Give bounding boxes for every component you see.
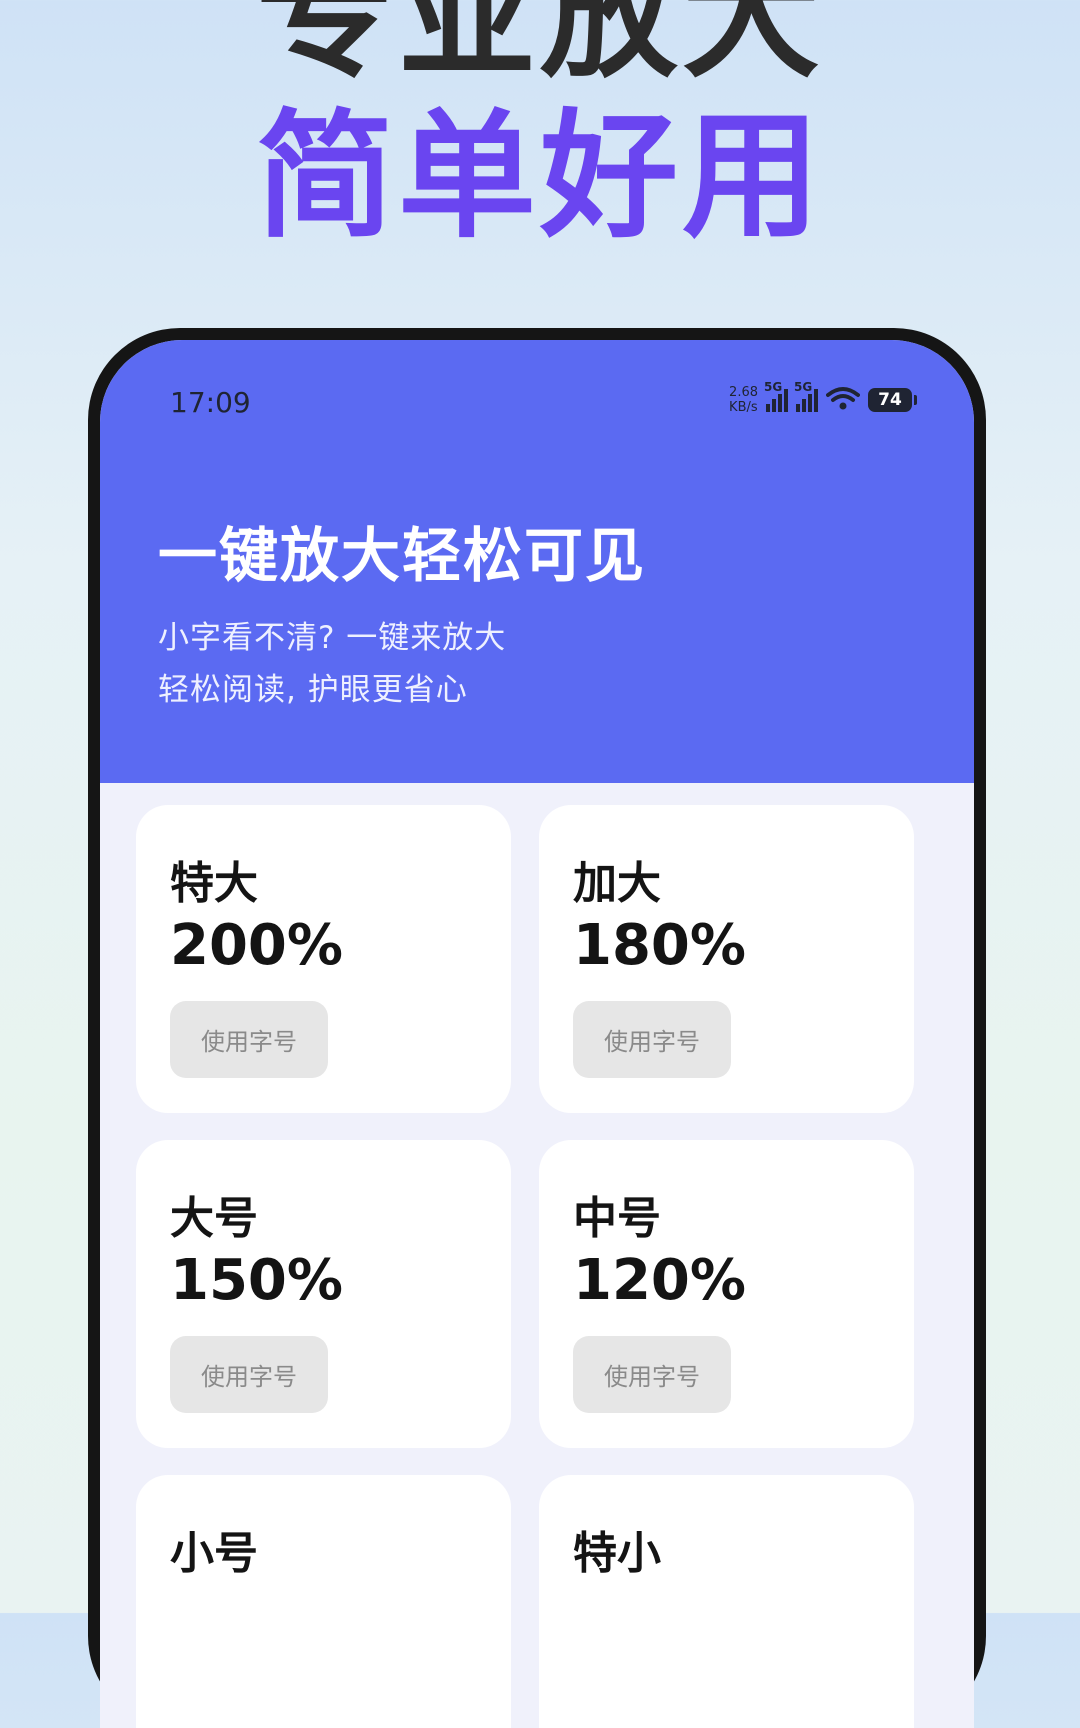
use-font-size-button[interactable]: 使用字号 [170, 1336, 328, 1413]
font-option-label: 特小 [573, 1528, 661, 1579]
signal-icon: 5G [764, 380, 788, 412]
use-font-size-button[interactable]: 使用字号 [573, 1001, 731, 1078]
promo-headline-bottom: 简单好用 [255, 96, 824, 257]
promo-headline-top: 专业放大 [255, 0, 824, 97]
font-option-label: 中号 [573, 1193, 661, 1244]
phone-frame: 17:09 2.68 KB/s 5G 5G 74 一键放大轻松可见 小字看不清?… [88, 328, 986, 1728]
font-option-card[interactable]: 加大 180% 使用字号 [539, 805, 914, 1113]
font-option-percent: 180% [573, 913, 747, 978]
font-option-card[interactable]: 小号 [136, 1475, 511, 1728]
signal-icon-sim2: 5G [794, 380, 818, 412]
font-option-card[interactable]: 中号 120% 使用字号 [539, 1140, 914, 1448]
sim2-network-label: 5G [794, 380, 813, 394]
wifi-icon [826, 386, 860, 414]
font-option-label: 特大 [170, 858, 258, 909]
app-header: 17:09 2.68 KB/s 5G 5G 74 一键放大轻松可见 小字看不清?… [100, 340, 974, 783]
net-speed-unit: KB/s [729, 400, 758, 415]
font-option-percent: 200% [170, 913, 344, 978]
font-option-label: 小号 [170, 1528, 258, 1579]
net-speed-value: 2.68 [729, 385, 758, 400]
battery-icon: 74 [868, 388, 917, 412]
use-font-size-button[interactable]: 使用字号 [573, 1336, 731, 1413]
font-option-card[interactable]: 特大 200% 使用字号 [136, 805, 511, 1113]
page-subtitle-line1: 小字看不清? 一键来放大 [158, 620, 507, 656]
font-option-percent: 150% [170, 1248, 344, 1313]
sim1-network-label: 5G [764, 380, 783, 394]
font-option-percent: 120% [573, 1248, 747, 1313]
status-time: 17:09 [170, 386, 251, 419]
font-option-label: 加大 [573, 858, 661, 909]
battery-level: 74 [878, 390, 902, 410]
font-option-card[interactable]: 特小 [539, 1475, 914, 1728]
net-speed: 2.68 KB/s [729, 385, 758, 415]
phone-screen: 17:09 2.68 KB/s 5G 5G 74 一键放大轻松可见 小字看不清?… [100, 340, 974, 1728]
status-bar-icons: 2.68 KB/s 5G 5G 74 [729, 380, 917, 420]
use-font-size-button[interactable]: 使用字号 [170, 1001, 328, 1078]
font-option-card[interactable]: 大号 150% 使用字号 [136, 1140, 511, 1448]
font-option-label: 大号 [170, 1193, 258, 1244]
page-title: 一键放大轻松可见 [158, 521, 647, 590]
page-subtitle-line2: 轻松阅读, 护眼更省心 [158, 672, 468, 708]
